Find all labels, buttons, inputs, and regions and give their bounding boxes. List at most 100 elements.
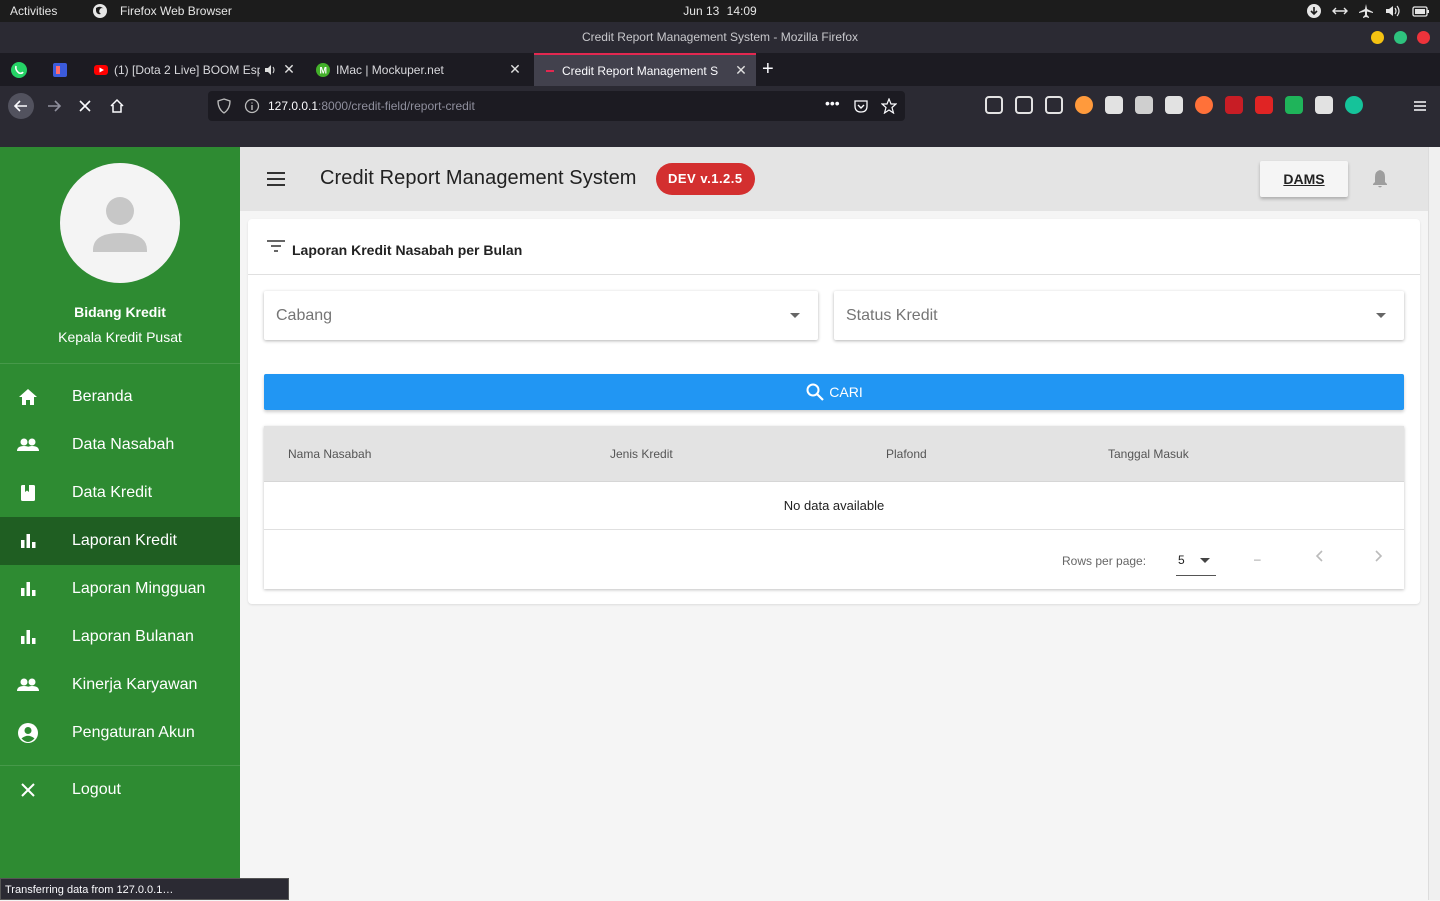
page-scrollbar[interactable] [1428,147,1440,900]
close-tab-icon[interactable]: ✕ [734,62,748,79]
library-icon[interactable] [1015,96,1033,114]
extension-icon[interactable] [1285,96,1303,114]
download-icon[interactable] [985,96,1003,114]
sidebar-item-laporan-mingguan[interactable]: Laporan Mingguan [0,565,240,613]
url-path: :8000/credit-field/report-credit [318,99,475,113]
sidebar-item-laporan-bulanan[interactable]: Laporan Bulanan [0,613,240,661]
sidebar-item-label: Logout [72,781,121,798]
search-icon [805,382,825,402]
extension-icon[interactable] [1135,96,1153,114]
bar-chart-icon [0,579,72,599]
cabang-select[interactable]: Cabang [264,291,818,340]
user-role: Kepala Kredit Pusat [58,329,182,345]
sidebar-item-data-nasabah[interactable]: Data Nasabah [0,421,240,469]
pocket-icon[interactable] [853,98,869,114]
extension-icon[interactable] [1315,96,1333,114]
table-header: Nama Nasabah Jenis Kredit Plafond Tangga… [264,426,1404,482]
next-page-icon[interactable] [1370,548,1386,564]
minimize-button[interactable] [1371,31,1384,44]
tab-pinned-app[interactable] [52,53,72,86]
sidebar-item-data-kredit[interactable]: Data Kredit [0,469,240,517]
chevron-down-icon [1200,558,1210,563]
select-placeholder: Status Kredit [846,307,938,324]
app-bar: Credit Report Management System DEV v.1.… [240,147,1428,211]
chevron-down-icon [1376,313,1386,318]
forward-button[interactable] [42,94,66,118]
close-tab-icon[interactable]: ✕ [282,61,296,78]
more-icon[interactable]: ••• [825,96,841,114]
search-button[interactable]: CARI [264,374,1404,410]
status-bar: Transferring data from 127.0.0.1… [0,878,289,900]
home-icon [0,387,72,407]
shield-icon[interactable] [216,98,232,114]
extension-icon[interactable] [1195,96,1213,114]
tab-youtube[interactable]: (1) [Dota 2 Live] BOOM Esp ✕ [90,53,300,86]
url-host: 127.0.0.1 [268,99,319,113]
svg-text:M: M [320,65,328,75]
arrow-left-icon [13,100,27,112]
sidebar-item-label: Laporan Mingguan [72,580,206,597]
url-bar[interactable]: 127.0.0.1:8000/credit-field/report-credi… [208,91,905,121]
menu-button[interactable] [1408,94,1432,118]
maximize-button[interactable] [1394,31,1407,44]
avatar [60,163,180,283]
tab-credit-report[interactable]: Credit Report Management S ✕ [534,53,756,86]
report-card: Laporan Kredit Nasabah per Bulan Cabang … [248,219,1420,604]
sidebar-item-logout[interactable]: Logout [0,766,240,814]
sidebar: Bidang Kredit Kepala Kredit Pusat Berand… [0,147,240,900]
tab-strip: (1) [Dota 2 Live] BOOM Esp ✕ M IMac | Mo… [0,53,1440,86]
rows-per-page-select[interactable]: 5 [1176,548,1216,576]
sidebar-item-pengaturan-akun[interactable]: Pengaturan Akun [0,709,240,757]
home-button[interactable] [105,94,129,118]
tab-mockuper[interactable]: M IMac | Mockuper.net ✕ [312,53,528,86]
sidebar-item-laporan-kredit[interactable]: Laporan Kredit [0,517,240,565]
update-icon [1306,3,1322,19]
card-header: Laporan Kredit Nasabah per Bulan [248,219,1420,275]
extension-icon[interactable] [1105,96,1123,114]
info-icon[interactable] [244,98,260,114]
window-title-bar: Credit Report Management System - Mozill… [0,22,1440,53]
rows-per-page-value: 5 [1178,553,1185,567]
reader-icon[interactable] [1045,96,1063,114]
bell-icon[interactable] [1368,167,1392,191]
column-header[interactable]: Plafond [886,447,927,461]
grammarly-icon[interactable] [1345,96,1363,114]
sidebar-item-beranda[interactable]: Beranda [0,373,240,421]
plus-icon: + [762,58,774,80]
tab-pinned-whatsapp[interactable] [10,53,32,86]
bar-chart-icon [0,531,72,551]
clock[interactable]: Jun 13 14:09 [0,4,1440,18]
new-tab-button[interactable]: + [762,53,784,86]
close-window-button[interactable] [1417,31,1430,44]
sidebar-item-label: Data Nasabah [72,436,175,453]
column-header[interactable]: Tanggal Masuk [1108,447,1189,461]
close-tab-icon[interactable]: ✕ [508,61,522,78]
column-header[interactable]: Jenis Kredit [610,447,673,461]
page-range: – [1254,552,1261,566]
system-tray[interactable] [1306,3,1430,19]
status-kredit-select[interactable]: Status Kredit [834,291,1404,340]
back-button[interactable] [8,93,34,119]
extension-icon[interactable] [1225,96,1243,114]
extension-icon[interactable] [1165,96,1183,114]
sidebar-item-label: Laporan Bulanan [72,628,194,645]
stop-button[interactable] [73,94,97,118]
star-icon[interactable] [881,98,897,114]
column-header[interactable]: Nama Nasabah [288,447,371,461]
dams-button[interactable]: DAMS [1260,161,1348,197]
mockuper-icon: M [316,62,330,77]
people-icon [0,675,72,695]
prev-page-icon[interactable] [1312,548,1328,564]
sidebar-item-kinerja-karyawan[interactable]: Kinerja Karyawan [0,661,240,709]
search-button-label: CARI [829,384,863,400]
user-name: Bidang Kredit [74,304,166,320]
book-icon [0,483,72,503]
hamburger-icon [1414,101,1426,111]
menu-toggle-icon[interactable] [264,167,288,191]
system-top-bar: Activities Firefox Web Browser Jun 13 14… [0,0,1440,22]
extension-icon[interactable] [1255,96,1273,114]
extension-icon[interactable] [1075,96,1093,114]
sidebar-item-label: Data Kredit [72,484,153,501]
main-content: Credit Report Management System DEV v.1.… [240,147,1428,900]
speaker-icon[interactable] [264,64,278,76]
